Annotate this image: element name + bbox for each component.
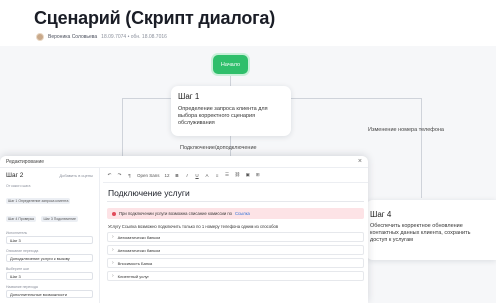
text-color-icon[interactable]: A [205, 173, 210, 178]
editor-panel: Редактирование × Шаг 2 Добавить в сцены … [0, 156, 368, 303]
step4-title: Шаг 4 [370, 210, 392, 219]
add-to-scene-button[interactable]: Добавить в сцены [59, 173, 93, 178]
italic-icon[interactable]: I [185, 173, 190, 178]
page: Сценарий (Скрипт диалога) Вероника Солов… [0, 0, 496, 303]
alert-text: При подключении услуги возможна списание… [119, 211, 232, 216]
heading-icon[interactable]: ¶ [127, 173, 132, 178]
field-label: Название перехода [6, 285, 38, 289]
underline-icon[interactable]: U [195, 173, 200, 178]
table-icon[interactable]: ⊞ [255, 172, 260, 178]
page-title: Сценарий (Скрипт диалога) [34, 8, 276, 28]
option-item[interactable]: › Автоматически банком [107, 245, 364, 255]
executor-field[interactable]: Шаг 3 [6, 236, 93, 244]
step1-text: Определение запроса клиента для выбора к… [178, 106, 268, 126]
description-field[interactable]: Доподключение услуги к вызову [6, 254, 93, 262]
branch-label-left: Подключение/доподключение [180, 145, 257, 151]
author-name[interactable]: Вероника Соловьева [48, 34, 97, 40]
chip[interactable]: Шаг 1 Определение запроса клиента [6, 198, 71, 204]
start-node[interactable]: Начало [213, 55, 248, 74]
chip[interactable]: Шаг 4 Проверка [6, 216, 36, 222]
option-item[interactable]: › Автоматически банком [107, 232, 364, 242]
branch-label-right: Изменение номера телефона [368, 127, 444, 133]
field-label: Описание перехода [6, 249, 39, 253]
editor-sidebar: Шаг 2 Добавить в сцены От какого шага Ша… [0, 168, 100, 303]
alert-link[interactable]: Ссылка [235, 211, 250, 216]
paragraph[interactable]: Услугу Ссылка возможно подключить только… [103, 219, 368, 232]
chevron-right-icon: › [112, 247, 114, 253]
connector-start [230, 74, 231, 86]
page-dates: 18.09.7074 • обн. 18.08.7016 [101, 34, 167, 40]
editor-content: ↶ ↷ ¶ Open Sans 12 B I U A ≡ ☰ ⛓ ▣ ⊞ Под… [103, 168, 368, 303]
editor-header: Редактирование × [0, 156, 368, 168]
option-label: Клиентный услуг [117, 273, 150, 279]
page-meta: Вероника Соловьева 18.09.7074 • обн. 18.… [36, 33, 167, 41]
alert-banner: При подключении услуги возможна списание… [107, 208, 364, 219]
chevron-right-icon: › [112, 273, 114, 279]
editor-toolbar: ↶ ↷ ¶ Open Sans 12 B I U A ≡ ☰ ⛓ ▣ ⊞ [103, 168, 368, 183]
close-icon[interactable]: × [358, 158, 362, 165]
chip[interactable]: Шаг 3 Подключение [41, 216, 78, 222]
transition-name-field[interactable]: Дополнительные возможности [6, 290, 93, 298]
option-label: Вносимость Банка [117, 260, 153, 266]
option-label: Автоматически банком [117, 234, 161, 240]
editor-header-title: Редактирование [6, 158, 45, 165]
step1-title: Шаг 1 [178, 92, 200, 101]
bold-icon[interactable]: B [175, 173, 180, 178]
field-label: Исполнитель [6, 231, 28, 235]
option-item[interactable]: › Клиентный услуг [107, 271, 364, 281]
chip-list: Шаг 1 Определение запроса клиента Шаг 4 … [6, 189, 93, 225]
step-title: Шаг 2 [6, 172, 24, 179]
image-icon[interactable]: ▣ [245, 172, 250, 178]
avatar [36, 33, 44, 41]
document-title[interactable]: Подключение услуги [103, 183, 368, 201]
step4-card[interactable]: Шаг 4 Обеспечить корректное обновление к… [366, 200, 496, 260]
redo-icon[interactable]: ↷ [117, 172, 122, 178]
step4-text: Обеспечить корректное обновление контакт… [370, 223, 471, 243]
undo-icon[interactable]: ↶ [107, 172, 112, 178]
chevron-right-icon: › [112, 260, 114, 266]
chevron-right-icon: › [112, 234, 114, 240]
link-icon[interactable]: ⛓ [235, 172, 241, 178]
font-select[interactable]: Open Sans [137, 173, 160, 178]
font-size-select[interactable]: 12 [165, 173, 170, 178]
step-select-field[interactable]: Шаг 3 [6, 272, 93, 280]
step1-card[interactable]: Шаг 1 Определение запроса клиента для вы… [171, 86, 291, 136]
option-item[interactable]: › Вносимость Банка [107, 258, 364, 268]
field-label: Выберите шаг [6, 267, 30, 271]
option-label: Автоматически банком [117, 247, 161, 253]
from-step-label: От какого шага [6, 184, 31, 188]
divider [107, 201, 364, 202]
list-icon[interactable]: ≡ [215, 173, 220, 178]
align-icon[interactable]: ☰ [225, 172, 230, 178]
connector-right [421, 98, 422, 198]
step-row: Шаг 2 Добавить в сцены [0, 168, 99, 183]
alert-icon [112, 211, 116, 216]
